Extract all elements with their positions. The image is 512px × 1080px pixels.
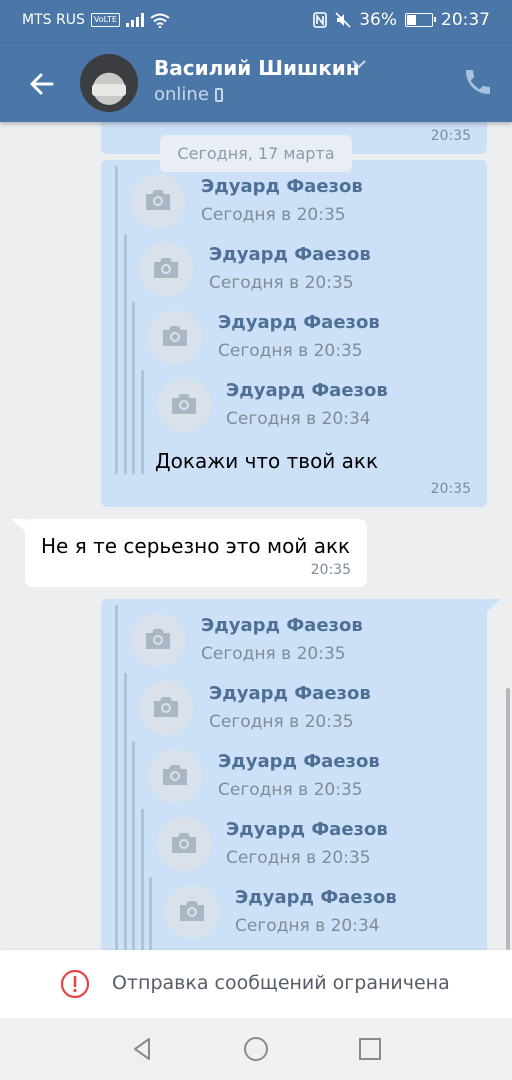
forward-author[interactable]: Эдуард Фаезов [201, 176, 363, 197]
camera-icon [172, 394, 196, 414]
forward-time: Сегодня в 20:35 [201, 205, 346, 225]
mute-icon [335, 12, 351, 28]
carrier-label: MTS RUS [22, 12, 85, 28]
forwarded-photo[interactable] [165, 885, 219, 939]
forward-time: Сегодня в 20:34 [235, 916, 380, 936]
clock: 20:37 [441, 10, 490, 30]
warning-icon [60, 969, 90, 999]
volte-badge: VoLTE [90, 13, 120, 27]
message-bubble-outgoing[interactable]: Эдуард Фаезов Сегодня в 20:35 Эдуард Фае… [101, 599, 501, 950]
forward-author[interactable]: Эдуард Фаезов [209, 683, 371, 704]
forward-author[interactable]: Эдуард Фаезов [218, 312, 380, 333]
forward-time: Сегодня в 20:35 [226, 848, 371, 868]
status-bar: MTS RUS VoLTE 36% 20:37 [0, 0, 512, 44]
chat-header: Василий Шишкин online [0, 44, 512, 122]
forward-time: Сегодня в 20:35 [209, 273, 354, 293]
forward-author[interactable]: Эдуард Фаезов [218, 751, 380, 772]
date-divider: Сегодня, 17 марта [160, 135, 352, 172]
wifi-icon [150, 13, 170, 28]
forward-indent-line [149, 877, 152, 950]
bubble-tail [485, 599, 501, 613]
forward-indent-line [141, 809, 144, 950]
camera-icon [146, 629, 170, 649]
chevron-down-icon[interactable] [351, 59, 367, 69]
message-time: 20:35 [310, 562, 351, 578]
forwarded-photo[interactable] [148, 310, 202, 364]
forward-time: Сегодня в 20:34 [226, 409, 371, 429]
messaging-restricted-bar: Отправка сообщений ограничена [0, 950, 512, 1018]
forward-indent-line [124, 234, 127, 474]
mobile-device-icon [214, 87, 223, 102]
forwarded-photo[interactable] [139, 681, 193, 735]
battery-percent: 36% [359, 10, 397, 30]
battery-icon [405, 13, 436, 27]
camera-icon [163, 326, 187, 346]
contact-name[interactable]: Василий Шишкин [154, 56, 360, 80]
forward-time: Сегодня в 20:35 [201, 644, 346, 664]
forward-indent-line [132, 741, 135, 950]
forward-author[interactable]: Эдуард Фаезов [201, 615, 363, 636]
back-arrow-icon[interactable] [24, 66, 60, 102]
home-circle-icon[interactable] [242, 1035, 270, 1063]
forwarded-photo[interactable] [157, 817, 211, 871]
message-list[interactable]: 20:35 Сегодня, 17 марта Эдуард Фаезов Се… [0, 122, 512, 950]
bubble-tail [11, 519, 27, 533]
forward-author[interactable]: Эдуард Фаезов [209, 244, 371, 265]
forwarded-photo[interactable] [139, 242, 193, 296]
avatar[interactable] [80, 54, 138, 112]
forward-indent-line [124, 673, 127, 950]
forward-author[interactable]: Эдуард Фаезов [226, 819, 388, 840]
forward-author[interactable]: Эдуард Фаезов [235, 887, 397, 908]
nfc-icon [313, 12, 328, 28]
forwarded-photo[interactable] [131, 613, 185, 667]
forward-time: Сегодня в 20:35 [218, 341, 363, 361]
camera-icon [180, 901, 204, 921]
camera-icon [146, 190, 170, 210]
forward-time: Сегодня в 20:35 [209, 712, 354, 732]
camera-icon [154, 258, 178, 278]
message-time: 20:35 [430, 128, 471, 144]
camera-icon [163, 765, 187, 785]
forward-author[interactable]: Эдуард Фаезов [226, 380, 388, 401]
back-triangle-icon[interactable] [128, 1035, 156, 1063]
forward-indent-line [132, 302, 135, 474]
forward-indent-line [141, 370, 144, 474]
message-text: Не я те серьезно это мой акк [41, 534, 351, 558]
recents-square-icon[interactable] [356, 1035, 384, 1063]
system-nav-bar [0, 1018, 512, 1080]
message-time: 20:35 [430, 481, 471, 497]
forwarded-photo[interactable] [131, 174, 185, 228]
forwarded-photo[interactable] [148, 749, 202, 803]
camera-icon [172, 833, 196, 853]
forward-indent-line [115, 605, 118, 950]
forward-time: Сегодня в 20:35 [218, 780, 363, 800]
phone-icon[interactable] [462, 66, 494, 98]
camera-icon [154, 697, 178, 717]
forwarded-photo[interactable] [157, 378, 211, 432]
forward-indent-line [115, 166, 118, 474]
online-label: online [154, 84, 209, 105]
message-bubble-incoming[interactable]: Не я те серьезно это мой акк 20:35 [11, 519, 367, 587]
restricted-text: Отправка сообщений ограничена [112, 972, 450, 994]
online-status: online [154, 84, 223, 105]
message-text: Докажи что твой акк [155, 449, 379, 473]
scrollbar[interactable] [506, 688, 510, 950]
signal-icon [125, 13, 144, 27]
message-bubble-outgoing[interactable]: Эдуард Фаезов Сегодня в 20:35 Эдуард Фае… [101, 160, 487, 507]
